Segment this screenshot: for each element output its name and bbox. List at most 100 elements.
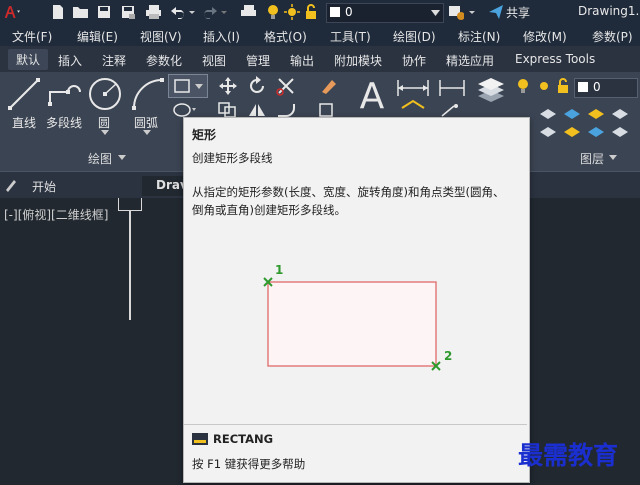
undo-icon[interactable]	[170, 4, 186, 20]
rectangle-button[interactable]	[168, 74, 208, 98]
menu-file[interactable]: 文件(F)	[12, 28, 52, 45]
title-bar: 0 共享 Drawing1.d	[0, 0, 640, 24]
tooltip-title: 矩形	[192, 128, 217, 142]
move-icon[interactable]	[218, 76, 238, 96]
tab-output[interactable]: 输出	[290, 52, 314, 69]
new-file-icon[interactable]	[50, 4, 66, 20]
sun-icon[interactable]	[284, 4, 300, 20]
trim-icon[interactable]	[276, 76, 298, 96]
tooltip-help-hint: 按 F1 键获得更多帮助	[192, 457, 306, 471]
leader-icon[interactable]	[438, 102, 466, 118]
table-dimension-icon[interactable]	[438, 78, 468, 98]
layer-panel-label[interactable]: 图层	[580, 150, 604, 168]
fillet-icon[interactable]	[276, 102, 296, 118]
layer-properties-icon[interactable]	[476, 76, 506, 106]
array-icon[interactable]	[318, 102, 338, 118]
draw-panel-label[interactable]: 绘图	[88, 150, 112, 168]
arc-dropdown-icon[interactable]	[143, 130, 151, 136]
tooltip-description-line2: 倒角或直角)创建矩形多段线。	[192, 203, 346, 217]
layer-combo[interactable]: 0	[326, 3, 444, 23]
redo-dropdown-icon[interactable]	[220, 4, 236, 20]
dropdown-icon[interactable]	[468, 4, 484, 20]
rectangle-icon	[174, 79, 190, 93]
ucs-axis-line	[129, 210, 131, 320]
tab-express-tools[interactable]: Express Tools	[515, 52, 595, 66]
layer-dropdown[interactable]: 0	[574, 78, 638, 98]
drawing-title: Drawing1.d	[578, 4, 640, 18]
chevron-down-icon	[195, 84, 203, 89]
menu-edit[interactable]: 编辑(E)	[77, 28, 118, 45]
menu-bar: 文件(F) 编辑(E) 视图(V) 插入(I) 格式(O) 工具(T) 绘图(D…	[0, 24, 640, 46]
layer-lightbulb-icon[interactable]	[516, 78, 530, 94]
corner-point-2-label: 2	[444, 349, 452, 363]
erase-icon[interactable]	[318, 76, 338, 96]
tooltip-description-line1: 从指定的矩形参数(长度、宽度、旋转角度)和角点类型(圆角、	[192, 185, 505, 199]
menu-draw[interactable]: 绘图(D)	[393, 28, 436, 45]
rectangle-preview	[267, 281, 437, 367]
ribbon-tab-bar: 默认 插入 注释 参数化 视图 管理 输出 附加模块 协作 精选应用 Expre…	[0, 46, 640, 73]
text-icon[interactable]: A	[354, 76, 390, 114]
polyline-icon[interactable]	[46, 78, 84, 110]
menu-insert[interactable]: 插入(I)	[203, 28, 240, 45]
rectangle-tooltip: 矩形 创建矩形多段线 从指定的矩形参数(长度、宽度、旋转角度)和角点类型(圆角、…	[183, 117, 530, 483]
layer-state-icon[interactable]	[448, 4, 464, 20]
save-icon[interactable]	[96, 4, 112, 20]
start-tab[interactable]: 开始	[20, 176, 140, 196]
tab-default[interactable]: 默认	[8, 49, 49, 70]
tooltip-subtitle: 创建矩形多段线	[192, 151, 273, 165]
rotate-icon[interactable]	[247, 76, 267, 96]
layer-dropdown-value: 0	[593, 80, 601, 94]
tab-collaborate[interactable]: 协作	[402, 52, 426, 69]
tab-view[interactable]: 视图	[202, 52, 226, 69]
tab-menu-icon[interactable]	[4, 178, 18, 192]
print-icon[interactable]	[145, 4, 161, 20]
tab-featured-apps[interactable]: 精选应用	[446, 52, 494, 69]
layer-sun-icon[interactable]	[536, 78, 552, 94]
line-label[interactable]: 直线	[12, 114, 36, 131]
app-logo-icon[interactable]	[4, 4, 20, 20]
layer-panel-expand-icon[interactable]	[609, 155, 617, 161]
color-swatch-icon	[330, 7, 340, 17]
mirror-icon[interactable]	[247, 102, 267, 118]
text-icon-glyph: A	[360, 76, 385, 114]
tab-manage[interactable]: 管理	[246, 52, 270, 69]
menu-tools[interactable]: 工具(T)	[330, 28, 371, 45]
menu-format[interactable]: 格式(O)	[264, 28, 307, 45]
layer-lock-icon[interactable]	[556, 78, 570, 94]
plot-icon[interactable]	[240, 4, 256, 20]
hatch-icon[interactable]	[172, 102, 196, 118]
redo-icon[interactable]	[202, 4, 218, 20]
arc-icon[interactable]	[130, 76, 166, 112]
viewport-label[interactable]: [-][俯视][二维线框]	[4, 206, 108, 223]
line-icon[interactable]	[6, 76, 42, 112]
circle-dropdown-icon[interactable]	[101, 130, 109, 136]
rectangle-illustration: 1 2	[263, 263, 452, 371]
share-label[interactable]: 共享	[506, 4, 530, 21]
circle-icon[interactable]	[87, 76, 123, 112]
tab-insert[interactable]: 插入	[58, 52, 82, 69]
menu-parametric[interactable]: 参数(P)	[592, 28, 633, 45]
menu-view[interactable]: 视图(V)	[140, 28, 182, 45]
tab-annotate[interactable]: 注释	[102, 52, 126, 69]
tab-parametric[interactable]: 参数化	[146, 52, 182, 69]
corner-point-1-label: 1	[275, 263, 283, 277]
tab-addins[interactable]: 附加模块	[334, 52, 382, 69]
polyline-label[interactable]: 多段线	[46, 114, 82, 131]
copy-icon[interactable]	[218, 102, 238, 118]
watermark-text: 最需教育	[518, 441, 619, 470]
save-as-icon[interactable]	[120, 4, 136, 20]
command-icon	[192, 433, 208, 445]
linear-dimension-icon[interactable]	[396, 78, 430, 98]
arc-label[interactable]: 圆弧	[134, 114, 158, 131]
layer-tools-icon[interactable]	[538, 104, 634, 140]
share-icon[interactable]	[488, 4, 504, 20]
menu-dimension[interactable]: 标注(N)	[458, 28, 500, 45]
lightbulb-icon[interactable]	[266, 4, 282, 20]
lock-icon[interactable]	[304, 4, 320, 20]
multileader-icon[interactable]	[396, 98, 430, 112]
start-tab-label: 开始	[32, 180, 57, 194]
draw-panel-expand-icon[interactable]	[118, 155, 126, 161]
open-folder-icon[interactable]	[72, 4, 88, 20]
circle-label[interactable]: 圆	[98, 114, 110, 131]
menu-modify[interactable]: 修改(M)	[523, 28, 567, 45]
